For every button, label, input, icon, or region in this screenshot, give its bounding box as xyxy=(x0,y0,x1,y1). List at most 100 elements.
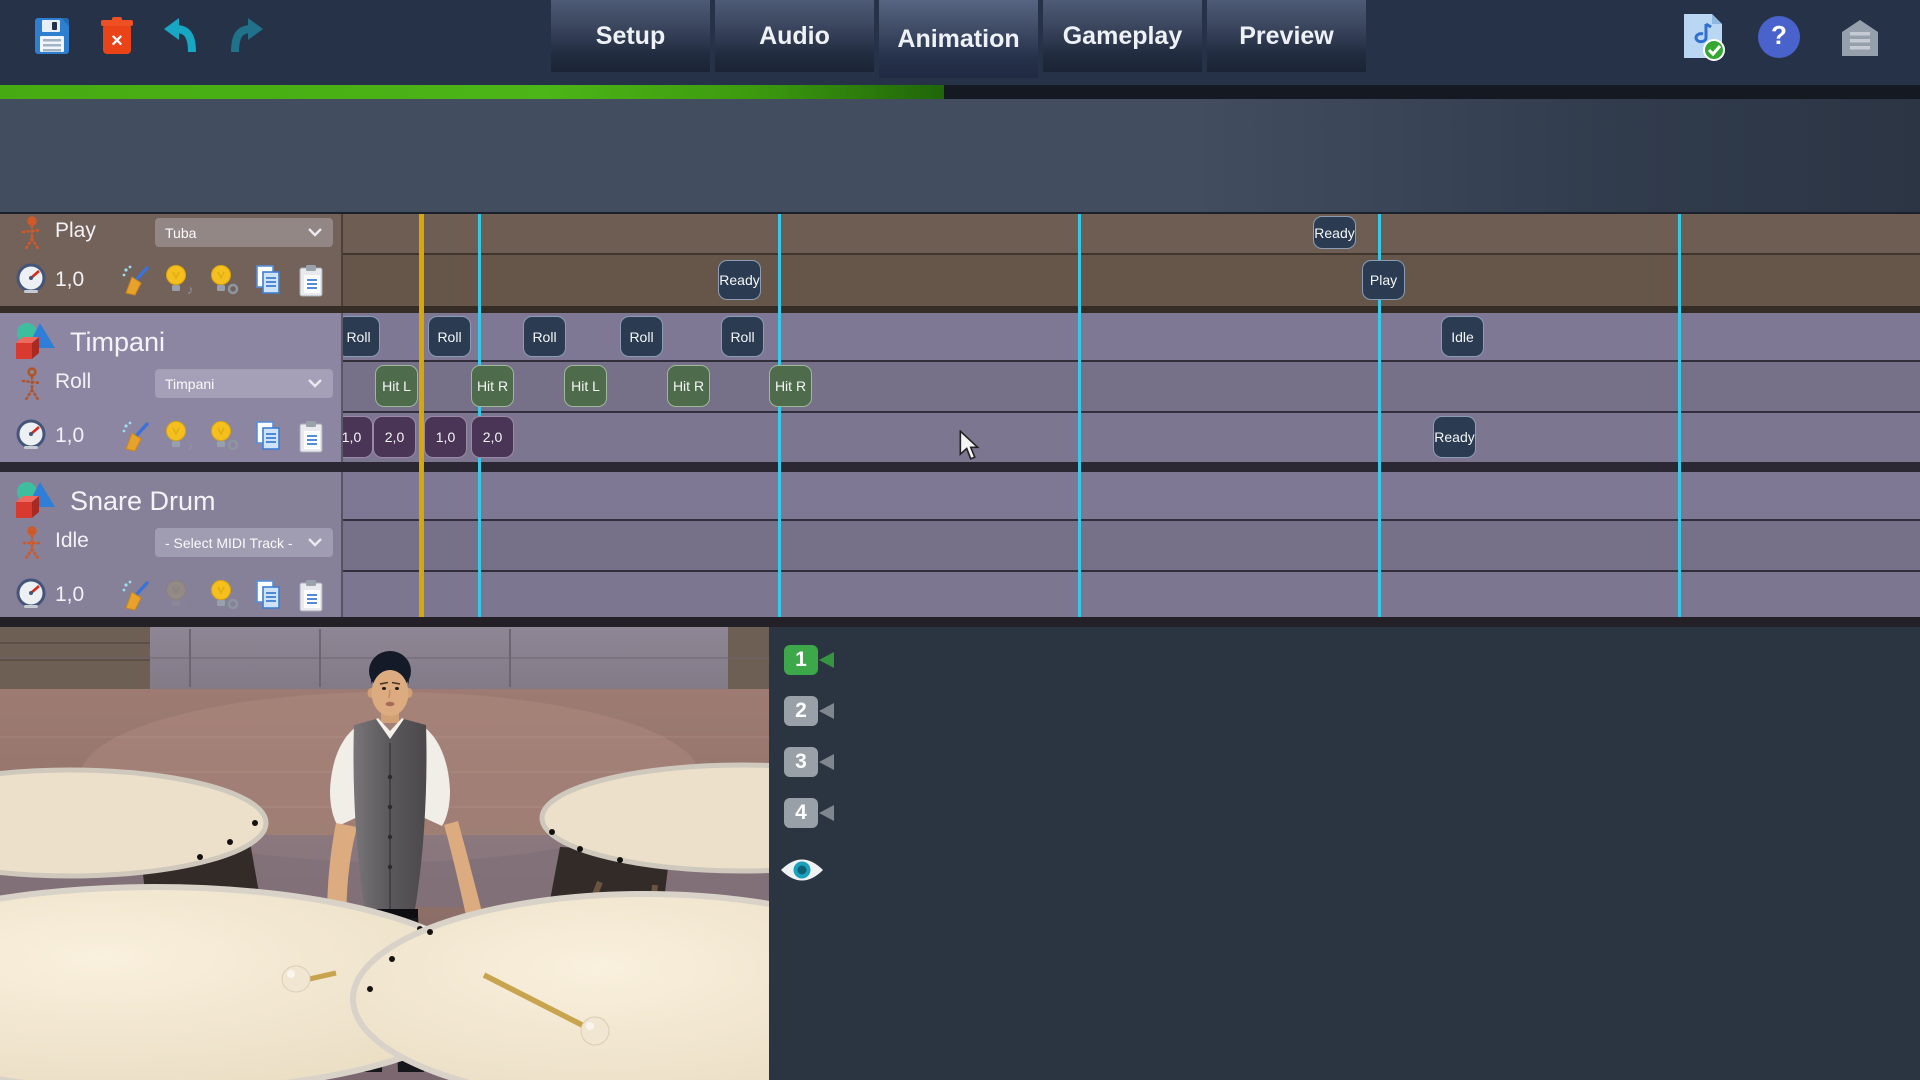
snare-anim-row: Idle - Select MIDI Track - xyxy=(0,521,343,566)
timeline: Play Tuba 1,0 xyxy=(0,214,1920,627)
playhead[interactable] xyxy=(419,214,424,617)
gauge-icon xyxy=(14,262,48,296)
timeline-block-1-0[interactable]: 1,0 xyxy=(424,416,467,458)
copy-icon[interactable] xyxy=(253,420,285,452)
timeline-block-play[interactable]: Play xyxy=(1362,260,1405,300)
timeline-block-hit-l[interactable]: Hit L xyxy=(375,365,418,407)
track-section-snare-drum: Snare Drum Idle - Select MIDI Track - xyxy=(0,472,343,617)
load-progress-fill xyxy=(0,85,944,99)
snare-midi-dropdown[interactable]: - Select MIDI Track - xyxy=(155,528,333,557)
tuba-speed-value: 1,0 xyxy=(55,268,84,292)
gauge-icon xyxy=(14,418,48,452)
tab[interactable]: Setup xyxy=(551,0,710,72)
timeline-block-ready[interactable]: Ready xyxy=(718,260,761,300)
timpani-title: Timpani xyxy=(70,327,165,358)
chevron-down-icon xyxy=(307,378,323,389)
timeline-block-roll[interactable]: Roll xyxy=(428,316,471,357)
svg-text:♪: ♪ xyxy=(187,438,194,452)
timpani-anim-state: Roll xyxy=(55,370,91,394)
character-3d-viewport[interactable] xyxy=(0,627,769,1080)
bottom-panel: 1234 Base Animations IdleReadyPlayRest C… xyxy=(0,627,1920,1080)
camera-button[interactable]: 2 xyxy=(784,696,818,726)
snare-speed-row: 1,0 ♪ xyxy=(0,575,343,615)
timpani-header: Timpani xyxy=(10,321,165,363)
paste-icon[interactable] xyxy=(297,264,327,298)
bulb-note-icon-disabled: ♪ xyxy=(163,579,195,611)
beat-grid-line xyxy=(1078,214,1081,617)
bulb-circle-icon[interactable] xyxy=(208,579,240,611)
tab[interactable]: Preview xyxy=(1207,0,1366,72)
chevron-down-icon xyxy=(307,227,323,238)
broom-icon[interactable] xyxy=(120,420,152,452)
timeline-block-roll[interactable]: Roll xyxy=(721,316,764,357)
snare-header: Snare Drum xyxy=(10,480,216,522)
camera-button[interactable]: 4 xyxy=(784,798,818,828)
load-progress-bar xyxy=(0,85,1920,99)
svg-text:♪: ♪ xyxy=(187,282,194,296)
home-icon[interactable] xyxy=(1838,16,1882,60)
timpani-speed-row: 1,0 ♪ xyxy=(0,416,343,456)
timpani-anim-row: Roll Timpani xyxy=(0,362,343,407)
tuba-anim-state: Play xyxy=(55,219,96,243)
help-icon[interactable]: ? xyxy=(1756,14,1802,60)
camera-button[interactable]: 1 xyxy=(784,645,818,675)
3d-shapes-icon xyxy=(10,321,58,363)
tab[interactable]: Animation xyxy=(879,0,1038,78)
timeline-block-2-0[interactable]: 2,0 xyxy=(373,416,416,458)
tuba-midi-dropdown[interactable]: Tuba xyxy=(155,218,333,247)
timeline-block-hit-r[interactable]: Hit R xyxy=(471,365,514,407)
timeline-block-1-0[interactable]: 1,0 xyxy=(343,416,373,458)
bulb-note-icon[interactable]: ♪ xyxy=(163,420,195,452)
tab[interactable]: Gameplay xyxy=(1043,0,1202,72)
tuba-speed-row: 1,0 ♪ xyxy=(0,260,343,300)
redo-icon[interactable] xyxy=(229,16,265,56)
svg-text:?: ? xyxy=(1771,20,1787,50)
timpani-speed-value: 1,0 xyxy=(55,424,84,448)
music-file-check-icon[interactable] xyxy=(1680,12,1726,62)
timpani-player-scene xyxy=(0,627,769,1080)
3d-shapes-icon xyxy=(10,480,58,522)
track-list-panel: Play Tuba 1,0 xyxy=(0,214,343,617)
undo-icon[interactable] xyxy=(162,16,198,56)
paste-icon[interactable] xyxy=(297,420,327,454)
timeline-block-roll[interactable]: Roll xyxy=(523,316,566,357)
timeline-block-roll[interactable]: Roll xyxy=(620,316,663,357)
camera-button[interactable]: 3 xyxy=(784,747,818,777)
camera-buttons: 1 2 3 4 xyxy=(784,645,818,828)
gauge-icon xyxy=(14,577,48,611)
timeline-block-hit-l[interactable]: Hit L xyxy=(564,365,607,407)
snare-anim-state: Idle xyxy=(55,529,89,553)
chevron-down-icon xyxy=(307,537,323,548)
copy-icon[interactable] xyxy=(253,264,285,296)
timeline-block-ready[interactable]: Ready xyxy=(1433,416,1476,458)
track-section-tuba: Play Tuba 1,0 xyxy=(0,214,343,306)
timeline-block-ready[interactable]: Ready xyxy=(1313,216,1356,249)
copy-icon[interactable] xyxy=(253,579,285,611)
bulb-note-icon[interactable]: ♪ xyxy=(163,264,195,296)
broom-icon[interactable] xyxy=(120,264,152,296)
beat-grid-line xyxy=(1678,214,1681,617)
timeline-block-roll[interactable]: Roll xyxy=(343,316,380,357)
svg-text:♪: ♪ xyxy=(187,597,194,611)
svg-text:×: × xyxy=(111,30,123,52)
timeline-block-hit-r[interactable]: Hit R xyxy=(769,365,812,407)
main-tabs: SetupAudioAnimationGameplayPreview xyxy=(551,0,1366,72)
save-icon[interactable] xyxy=(34,16,70,56)
timpani-midi-dropdown[interactable]: Timpani xyxy=(155,369,333,398)
stickfigure-icon xyxy=(18,366,46,404)
tab[interactable]: Audio xyxy=(715,0,874,72)
timeline-bottom-divider xyxy=(0,617,1920,627)
bulb-circle-icon[interactable] xyxy=(208,264,240,296)
bulb-circle-icon[interactable] xyxy=(208,420,240,452)
timeline-block-hit-r[interactable]: Hit R xyxy=(667,365,710,407)
snare-speed-value: 1,0 xyxy=(55,583,84,607)
timeline-block-idle[interactable]: Idle xyxy=(1441,316,1484,357)
eye-icon[interactable] xyxy=(779,855,825,885)
broom-icon[interactable] xyxy=(120,579,152,611)
timeline-block-2-0[interactable]: 2,0 xyxy=(471,416,514,458)
track-section-timpani: Timpani Roll Timpani xyxy=(0,313,343,462)
tuba-anim-row: Play Tuba xyxy=(0,214,343,253)
delete-icon[interactable]: × xyxy=(99,16,135,56)
paste-icon[interactable] xyxy=(297,579,327,613)
stickfigure-icon xyxy=(18,216,46,252)
